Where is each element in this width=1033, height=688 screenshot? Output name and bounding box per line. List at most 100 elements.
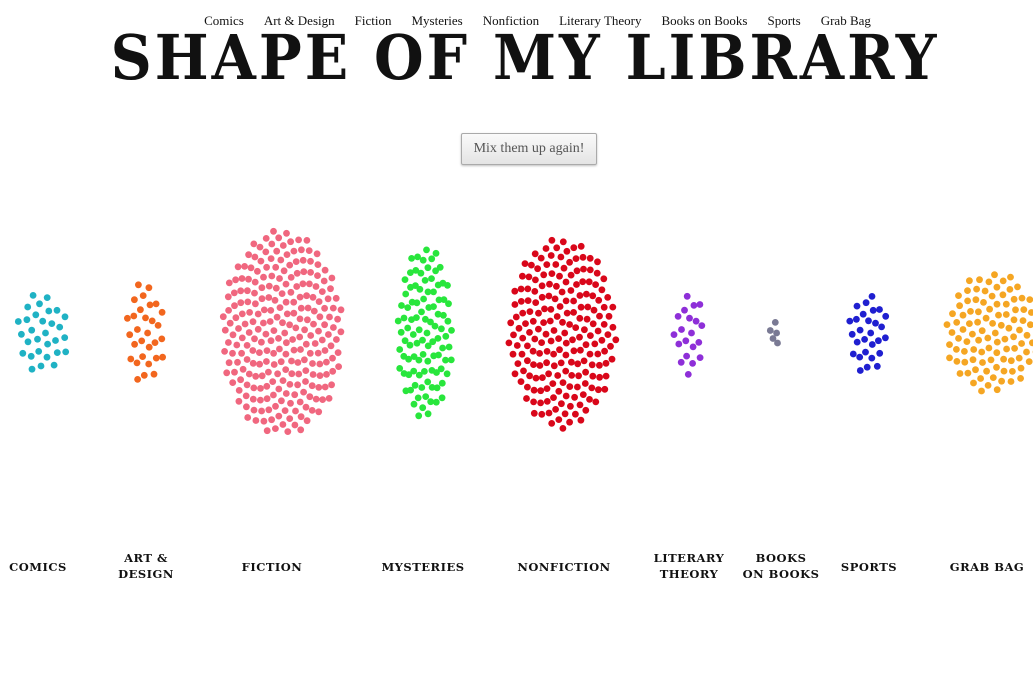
book-dot [419,256,427,264]
cluster-art-design [124,281,167,383]
book-dot [303,292,310,300]
book-dot [397,328,405,336]
book-dot [519,334,527,342]
book-dot [570,347,578,355]
book-dot [609,323,617,331]
book-dot [290,298,298,306]
book-dot [267,307,275,314]
book-dot [415,371,423,379]
book-dot [991,329,999,337]
book-dot [529,347,537,355]
book-dot [272,284,280,292]
book-dot [316,313,324,321]
book-dot [312,283,320,290]
book-dot [542,330,550,338]
label-nonfiction: Nonfiction [509,559,619,575]
book-dot [580,265,587,273]
book-dot [250,406,258,414]
book-dot [281,407,289,414]
book-dot [769,335,777,342]
book-dot [282,350,290,358]
book-dot [526,329,533,336]
book-dot [44,340,51,348]
book-dot [572,324,580,331]
book-dot [235,397,243,405]
book-dot [414,394,422,402]
book-dot [410,353,418,360]
book-dot [45,307,53,315]
book-dot [244,298,252,306]
book-dot [262,330,270,338]
book-dot [695,339,703,346]
book-dot [439,279,447,287]
book-dot [327,285,334,293]
book-dot [241,263,249,270]
book-dot [545,370,552,378]
book-dot [245,370,253,378]
book-dot [531,335,539,343]
book-dot [683,292,691,300]
book-dot [244,287,251,295]
book-dot [419,351,427,358]
book-dot [428,384,436,391]
book-dot [523,395,530,402]
book-dot [598,286,606,294]
book-dot [297,304,305,312]
book-dot [594,350,602,358]
book-dot [418,308,425,316]
cluster-comics [14,292,70,373]
book-dot [252,372,260,380]
book-dot [980,299,987,306]
book-dot [19,349,27,357]
book-dot [876,306,883,313]
book-dot [853,302,861,310]
book-dot [243,342,251,349]
book-dot [290,309,298,317]
book-dot [271,296,279,304]
book-dot [300,268,308,276]
book-dot [993,386,1001,394]
book-dot [604,294,612,301]
book-dot [292,324,300,332]
book-dot [238,334,246,342]
book-dot [279,421,287,428]
book-dot [273,313,281,321]
book-dot [966,277,973,285]
book-dot [260,306,268,314]
book-dot [421,277,429,284]
book-dot [298,246,305,254]
book-dot [275,385,283,393]
book-dot [849,350,857,358]
book-dot [607,342,614,350]
book-dot [545,409,553,417]
book-dot [282,298,290,306]
book-dot [396,346,404,353]
book-dot [250,384,258,392]
book-dot [249,318,257,326]
book-dot [422,393,430,400]
book-dot [274,370,281,378]
book-dot [404,304,412,311]
book-dot [998,377,1005,385]
book-dot [234,263,242,271]
book-dot [408,255,415,262]
book-dot [269,378,277,385]
book-dot [221,348,229,355]
book-dot [586,254,594,262]
book-dot [263,358,270,365]
book-dot [257,257,265,265]
book-dot [139,353,147,360]
book-dot [608,355,616,363]
book-dot [29,292,37,299]
book-dot [979,359,986,366]
book-dot [32,311,40,319]
book-dot [235,387,243,394]
mix-them-up-button[interactable]: Mix them up again! [461,133,597,165]
book-dot [993,349,1001,357]
book-dot [882,334,889,342]
book-dot [224,293,232,301]
book-dot [558,400,565,408]
book-dot [62,348,70,356]
book-dot [263,263,270,271]
book-dot [543,359,550,367]
